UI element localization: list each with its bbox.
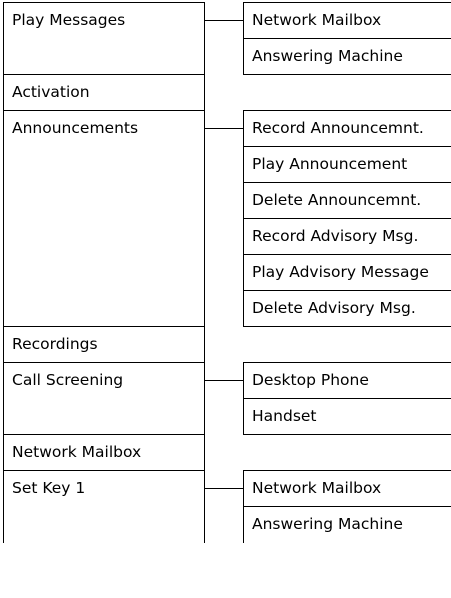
menu-item-label: Play Messages bbox=[12, 11, 126, 29]
menu-tree-diagram: Play Messages Network Mailbox Answering Ma… bbox=[0, 0, 451, 598]
menu-item-label: Announcements bbox=[12, 119, 139, 137]
submenu-item-label: Handset bbox=[252, 407, 317, 425]
connector-line bbox=[205, 380, 243, 381]
menu-item-box bbox=[3, 110, 205, 327]
connector-line bbox=[205, 488, 243, 489]
submenu-item-label: Record Announcemnt. bbox=[252, 119, 424, 137]
menu-item-label: Recordings bbox=[12, 335, 98, 353]
menu-item-label: Call Screening bbox=[12, 371, 124, 389]
submenu-item-label: Desktop Phone bbox=[252, 371, 369, 389]
submenu-item-label: Delete Announcemnt. bbox=[252, 191, 422, 209]
submenu-item-label: Network Mailbox bbox=[252, 479, 382, 497]
submenu-item-label: Delete Advisory Msg. bbox=[252, 299, 416, 317]
menu-item-label: Network Mailbox bbox=[12, 443, 142, 461]
menu-item-label: Activation bbox=[12, 83, 90, 101]
submenu-item-label: Play Advisory Message bbox=[252, 263, 429, 281]
submenu-item-label: Answering Machine bbox=[252, 47, 403, 65]
submenu-item-label: Network Mailbox bbox=[252, 11, 382, 29]
connector-line bbox=[205, 20, 243, 21]
menu-item-label: Set Key 1 bbox=[12, 479, 86, 497]
submenu-item-label: Answering Machine bbox=[252, 515, 403, 533]
connector-line bbox=[205, 128, 243, 129]
submenu-item-label: Record Advisory Msg. bbox=[252, 227, 419, 245]
submenu-item-label: Play Announcement bbox=[252, 155, 408, 173]
